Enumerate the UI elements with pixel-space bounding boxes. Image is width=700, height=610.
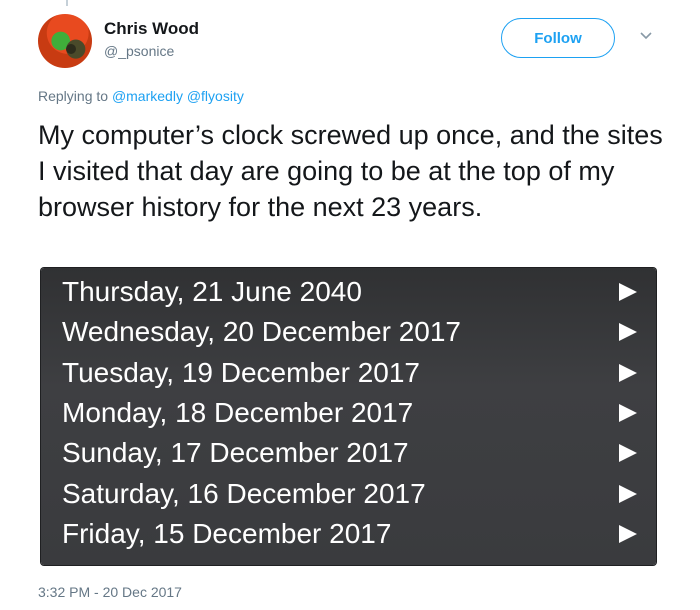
reply-mentions[interactable]: @markedly @flyosity	[112, 88, 244, 104]
history-menu-item-label: Friday, 15 December 2017	[62, 517, 392, 549]
chevron-down-icon[interactable]	[638, 28, 654, 44]
thread-connector-line	[66, 0, 68, 6]
avatar[interactable]	[38, 14, 92, 68]
history-menu-item-label: Sunday, 17 December 2017	[62, 437, 409, 469]
history-menu-item[interactable]: Thursday, 21 June 2040	[41, 272, 656, 312]
play-triangle-icon	[619, 444, 637, 463]
play-triangle-icon	[619, 323, 637, 342]
history-menu-item[interactable]: Friday, 15 December 2017	[41, 514, 656, 554]
tweet-header: Chris Wood @_psonice Follow	[38, 14, 663, 70]
reply-prefix: Replying to	[38, 88, 109, 104]
tweet-timestamp[interactable]: 3:32 PM - 20 Dec 2017	[38, 584, 182, 600]
history-menu-item-label: Thursday, 21 June 2040	[62, 276, 362, 307]
play-triangle-icon	[619, 363, 637, 382]
play-triangle-icon	[619, 484, 637, 503]
author-name[interactable]: Chris Wood	[104, 19, 199, 39]
author-handle[interactable]: @_psonice	[104, 43, 174, 59]
follow-button[interactable]: Follow	[501, 18, 615, 58]
browser-history-menu: Thursday, 21 June 2040 Wednesday, 20 Dece…	[41, 268, 656, 565]
history-menu-item-label: Monday, 18 December 2017	[62, 396, 414, 428]
reply-context: Replying to @markedly @flyosity	[38, 88, 244, 104]
history-menu-item[interactable]: Monday, 18 December 2017	[41, 393, 656, 433]
history-menu-item[interactable]: Sunday, 17 December 2017	[41, 433, 656, 473]
play-triangle-icon	[619, 403, 637, 422]
history-menu-item-label: Wednesday, 20 December 2017	[62, 316, 461, 348]
history-menu-item[interactable]: Saturday, 16 December 2017	[41, 474, 656, 514]
history-menu-item-label: Saturday, 16 December 2017	[62, 477, 426, 509]
play-triangle-icon	[619, 283, 637, 301]
history-menu-item-label: Tuesday, 19 December 2017	[62, 356, 420, 388]
play-triangle-icon	[619, 524, 637, 543]
history-menu-item[interactable]: Wednesday, 20 December 2017	[41, 312, 656, 352]
tweet-text: My computer’s clock screwed up once, and…	[38, 120, 663, 222]
history-menu-item[interactable]: Tuesday, 19 December 2017	[41, 353, 656, 393]
